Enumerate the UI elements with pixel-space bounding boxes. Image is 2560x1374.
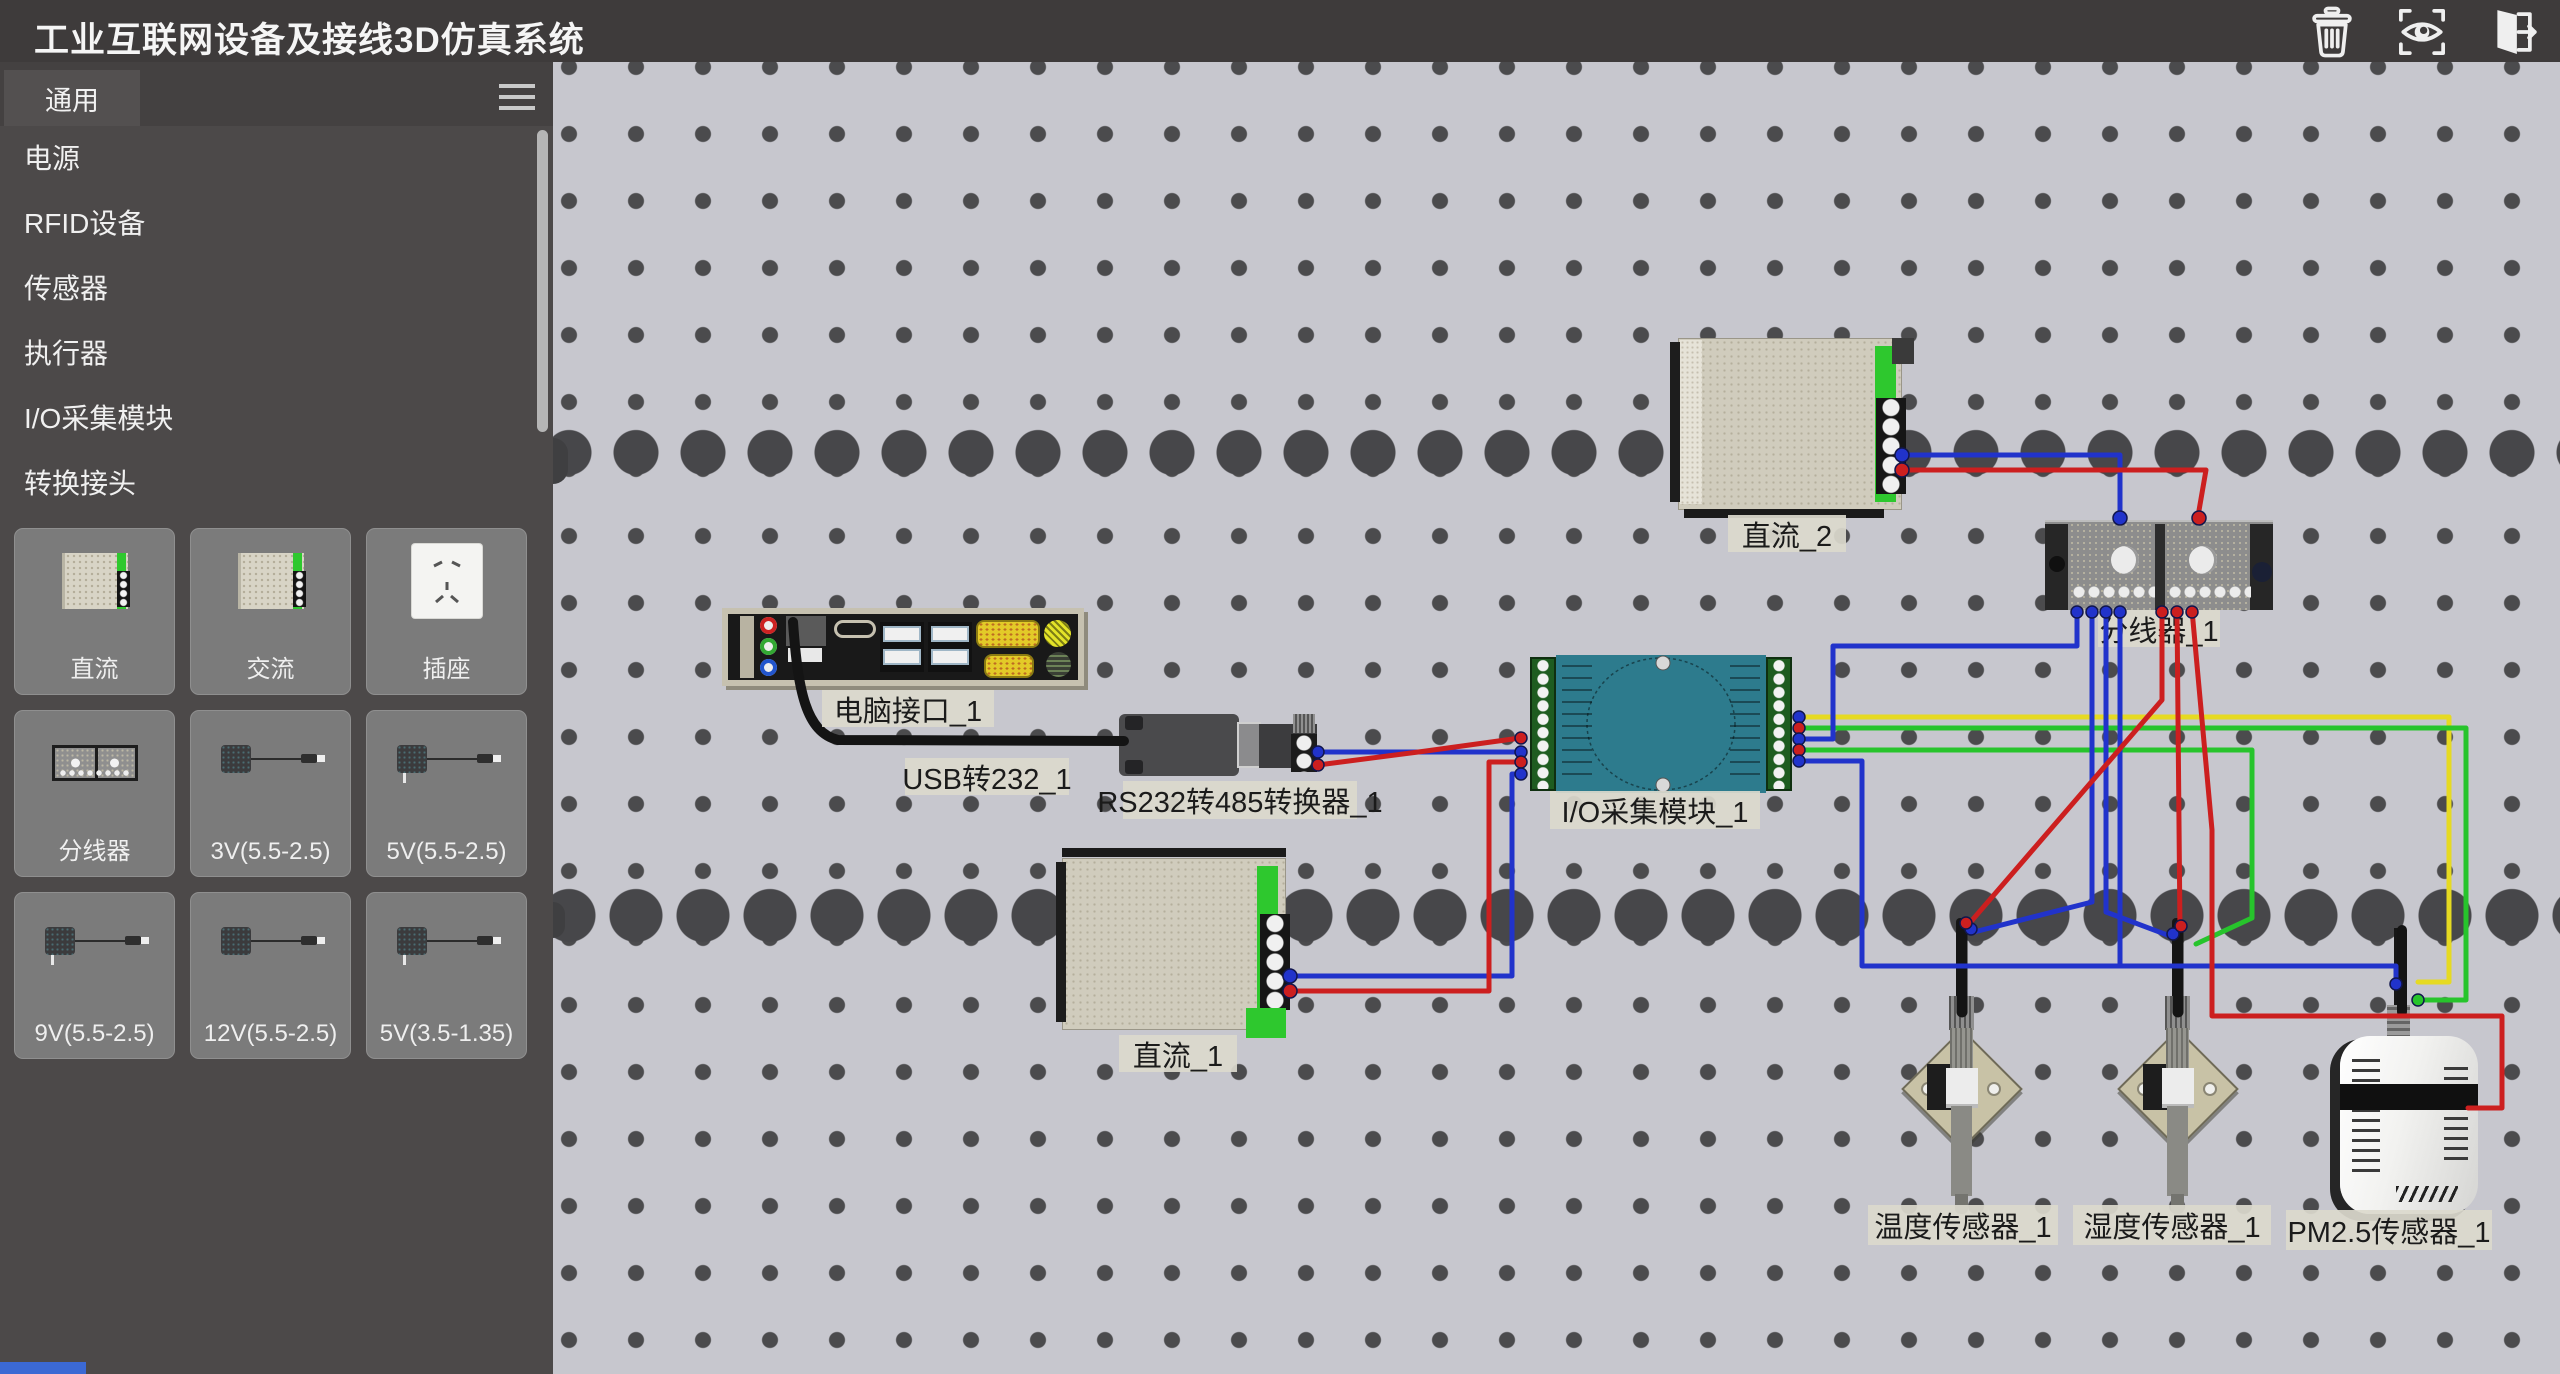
- component-sidebar: 通用 电源 RFID设备 传感器 执行器 I/O采集模块 转换接头 直流 交流 …: [0, 62, 553, 1374]
- sidebar-item-actuator[interactable]: 执行器: [0, 321, 553, 386]
- palette-item-socket[interactable]: 插座: [366, 528, 527, 695]
- device-label-dc1: 直流_1: [1119, 1035, 1237, 1072]
- adapter-thumbnail: [389, 741, 505, 785]
- sidebar-item-rfid[interactable]: RFID设备: [0, 191, 553, 256]
- device-label-rs232-485: RS232转485转换器_1: [1123, 781, 1357, 819]
- exit-button[interactable]: [2474, 4, 2550, 60]
- menu-icon[interactable]: [499, 84, 537, 110]
- palette-item-splitter[interactable]: 分线器: [14, 710, 175, 877]
- palette-item-ac[interactable]: 交流: [190, 528, 351, 695]
- toolbar: [2294, 4, 2550, 60]
- palette-item-5v-adapter[interactable]: 5V(5.5-2.5): [366, 710, 527, 877]
- socket-thumbnail: [412, 544, 482, 618]
- sidebar-item-sensor[interactable]: 传感器: [0, 256, 553, 321]
- device-io-module[interactable]: [1532, 655, 1790, 793]
- pegboard-hole-row: [553, 419, 2560, 486]
- device-splitter[interactable]: [2045, 520, 2273, 610]
- preview-button[interactable]: [2384, 4, 2460, 60]
- device-pm25-sensor[interactable]: [2332, 928, 2482, 1128]
- adapter-thumbnail: [37, 923, 153, 967]
- device-label-computer-port: 电脑接口_1: [822, 690, 994, 727]
- adapter-thumbnail: [389, 923, 505, 967]
- dc-power-thumbnail: [62, 553, 128, 609]
- device-dc-power-1[interactable]: [1062, 858, 1286, 1030]
- palette-item-5v-135-adapter[interactable]: 5V(3.5-1.35): [366, 892, 527, 1059]
- device-label-humidity: 湿度传感器_1: [2073, 1205, 2271, 1245]
- title-bar: 工业互联网设备及接线3D仿真系统: [0, 0, 2560, 62]
- pegboard-hole-row: [553, 882, 2560, 949]
- device-computer-port[interactable]: [722, 608, 1084, 686]
- sidebar-item-io-module[interactable]: I/O采集模块: [0, 386, 553, 451]
- palette-item-3v-adapter[interactable]: 3V(5.5-2.5): [190, 710, 351, 877]
- door-arrow-icon: [2486, 6, 2538, 58]
- adapter-thumbnail: [213, 923, 329, 967]
- palette-item-9v-adapter[interactable]: 9V(5.5-2.5): [14, 892, 175, 1059]
- device-label-temperature: 温度传感器_1: [1868, 1205, 2058, 1245]
- component-palette: 直流 交流 插座 分线器 3V(5.5-2.5) 5V(5.5-2.5): [14, 528, 542, 1059]
- ac-power-thumbnail: [238, 553, 304, 609]
- device-label-usb232: USB转232_1: [905, 758, 1069, 795]
- device-label-pm25: PM2.5传感器_1: [2286, 1210, 2492, 1250]
- sidebar-item-adapter[interactable]: 转换接头: [0, 451, 553, 516]
- sidebar-scrollbar[interactable]: [537, 130, 548, 432]
- palette-item-dc[interactable]: 直流: [14, 528, 175, 695]
- device-label-splitter: 分线器_1: [2098, 610, 2220, 647]
- sidebar-item-power[interactable]: 电源: [0, 126, 553, 191]
- eye-frame-icon: [2396, 6, 2448, 58]
- device-rs232-485-converter[interactable]: [1119, 712, 1317, 780]
- workspace-canvas[interactable]: 分线器_1: [553, 62, 2560, 1374]
- palette-item-12v-adapter[interactable]: 12V(5.5-2.5): [190, 892, 351, 1059]
- status-strip: [0, 1362, 86, 1374]
- device-dc-power-2[interactable]: [1678, 338, 1902, 510]
- splitter-thumbnail: [52, 745, 138, 781]
- device-label-dc2: 直流_2: [1728, 515, 1846, 552]
- device-label-io-module: I/O采集模块_1: [1550, 791, 1760, 829]
- adapter-thumbnail: [213, 741, 329, 785]
- sidebar-tabbar: 通用: [0, 62, 553, 126]
- device-temperature-sensor[interactable]: [1911, 918, 2011, 1218]
- delete-button[interactable]: [2294, 4, 2370, 60]
- device-humidity-sensor[interactable]: [2127, 918, 2227, 1218]
- category-menu: 电源 RFID设备 传感器 执行器 I/O采集模块 转换接头: [0, 126, 553, 516]
- trash-icon: [2306, 6, 2358, 58]
- app-title: 工业互联网设备及接线3D仿真系统: [34, 12, 585, 63]
- tab-general[interactable]: 通用: [4, 70, 140, 126]
